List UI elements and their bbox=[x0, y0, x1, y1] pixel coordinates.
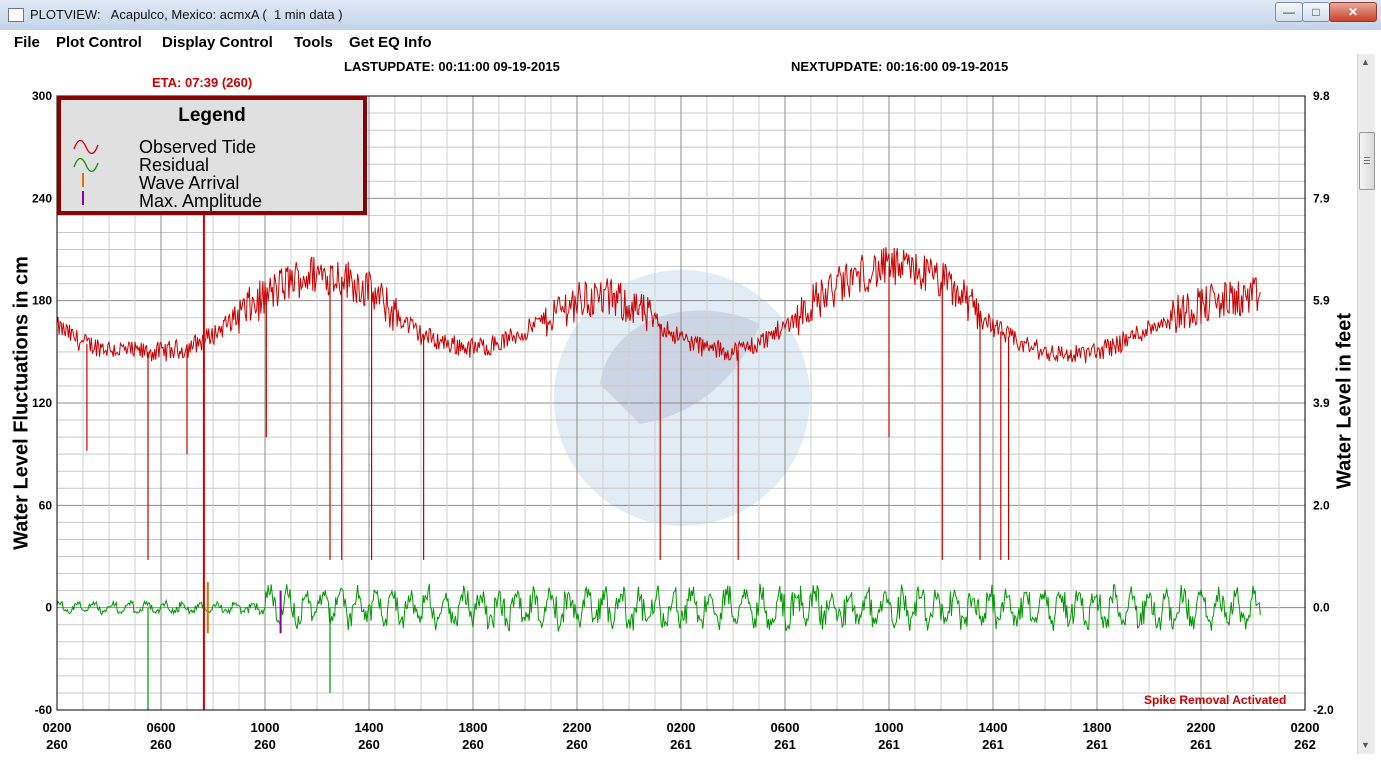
x-tick-label-day: 260 bbox=[462, 737, 484, 752]
y-tick-label-left: 300 bbox=[32, 89, 52, 103]
x-tick-label-day: 260 bbox=[150, 737, 172, 752]
eta-label: ETA: 07:39 (260) bbox=[152, 75, 253, 90]
window-title: PLOTVIEW: Acapulco, Mexico: acmxA ( 1 mi… bbox=[30, 7, 343, 22]
legend[interactable]: Legend Observed Tide Residual Wave Arriv… bbox=[57, 96, 367, 215]
menu-display-control[interactable]: Display Control bbox=[162, 34, 273, 51]
x-tick-label-day: 261 bbox=[1190, 737, 1212, 752]
y-tick-label-right: 7.9 bbox=[1313, 191, 1330, 205]
menu-plot-control[interactable]: Plot Control bbox=[56, 34, 142, 51]
x-tick-label-day: 261 bbox=[982, 737, 1004, 752]
menu-get-eq-info[interactable]: Get EQ Info bbox=[349, 34, 432, 51]
legend-label-max-amplitude: Max. Amplitude bbox=[139, 191, 263, 211]
x-tick-label-day: 260 bbox=[566, 737, 588, 752]
legend-title: Legend bbox=[178, 105, 246, 126]
y-tick-label-right: 3.9 bbox=[1313, 396, 1330, 410]
spike-removal-label: Spike Removal Activated bbox=[1144, 693, 1287, 707]
x-tick-label-hour: 0600 bbox=[147, 720, 176, 735]
y-tick-label-left: 180 bbox=[32, 294, 52, 308]
menu-file[interactable]: File bbox=[14, 34, 40, 51]
y-tick-label-left: 240 bbox=[32, 191, 52, 205]
close-button[interactable]: ✕ bbox=[1329, 2, 1377, 22]
residual-wave-icon bbox=[73, 158, 99, 172]
menu-bar: File Plot Control Display Control Tools … bbox=[0, 30, 1381, 54]
wave-arrival-tick-icon bbox=[82, 173, 84, 187]
x-tick-label-hour: 1800 bbox=[1083, 720, 1112, 735]
x-tick-label-day: 260 bbox=[358, 737, 380, 752]
x-tick-label-hour: 1400 bbox=[979, 720, 1008, 735]
y-axis-label-left: Water Level Fluctuations in cm bbox=[10, 256, 33, 550]
y-tick-label-left: 60 bbox=[39, 498, 53, 512]
x-tick-label-hour: 1400 bbox=[355, 720, 384, 735]
vertical-scrollbar[interactable]: ▲ ▼ bbox=[1357, 54, 1375, 754]
y-tick-label-left: -60 bbox=[35, 703, 53, 717]
max-amplitude-tick-icon bbox=[82, 191, 84, 205]
x-tick-label-hour: 1800 bbox=[459, 720, 488, 735]
observed-tide-wave-icon bbox=[73, 140, 99, 154]
scroll-thumb[interactable] bbox=[1359, 132, 1375, 190]
minimize-button[interactable]: — bbox=[1275, 2, 1303, 22]
title-bar: PLOTVIEW: Acapulco, Mexico: acmxA ( 1 mi… bbox=[0, 0, 1381, 31]
x-tick-label-hour: 2200 bbox=[1187, 720, 1216, 735]
x-tick-label-day: 261 bbox=[670, 737, 692, 752]
x-tick-label-hour: 0200 bbox=[43, 720, 72, 735]
x-tick-label-hour: 1000 bbox=[875, 720, 904, 735]
x-tick-label-day: 261 bbox=[774, 737, 796, 752]
x-tick-label-day: 260 bbox=[46, 737, 68, 752]
menu-tools[interactable]: Tools bbox=[294, 34, 333, 51]
x-tick-label-hour: 0600 bbox=[771, 720, 800, 735]
x-tick-label-day: 260 bbox=[254, 737, 276, 752]
y-tick-label-right: 2.0 bbox=[1313, 498, 1330, 512]
y-tick-label-left: 0 bbox=[45, 601, 52, 615]
x-tick-label-day: 261 bbox=[878, 737, 900, 752]
next-update-label: NEXTUPDATE: 00:16:00 09-19-2015 bbox=[791, 59, 1009, 74]
y-tick-label-right: 9.8 bbox=[1313, 89, 1330, 103]
y-tick-label-right: 0.0 bbox=[1313, 601, 1330, 615]
x-tick-label-day: 262 bbox=[1294, 737, 1316, 752]
scroll-up-icon[interactable]: ▲ bbox=[1361, 57, 1370, 67]
maximize-button[interactable]: □ bbox=[1302, 2, 1330, 22]
x-tick-label-hour: 2200 bbox=[563, 720, 592, 735]
scroll-down-icon[interactable]: ▼ bbox=[1361, 740, 1370, 750]
app-icon bbox=[8, 8, 24, 22]
y-tick-label-right: 5.9 bbox=[1313, 294, 1330, 308]
last-update-label: LASTUPDATE: 00:11:00 09-19-2015 bbox=[344, 59, 560, 74]
x-tick-label-hour: 1000 bbox=[251, 720, 280, 735]
y-tick-label-left: 120 bbox=[32, 396, 52, 410]
x-tick-label-hour: 0200 bbox=[667, 720, 696, 735]
y-tick-label-right: -2.0 bbox=[1313, 703, 1334, 717]
x-tick-label-day: 261 bbox=[1086, 737, 1108, 752]
x-tick-label-hour: 0200 bbox=[1291, 720, 1320, 735]
y-axis-label-right: Water Level in feet bbox=[1333, 313, 1356, 489]
